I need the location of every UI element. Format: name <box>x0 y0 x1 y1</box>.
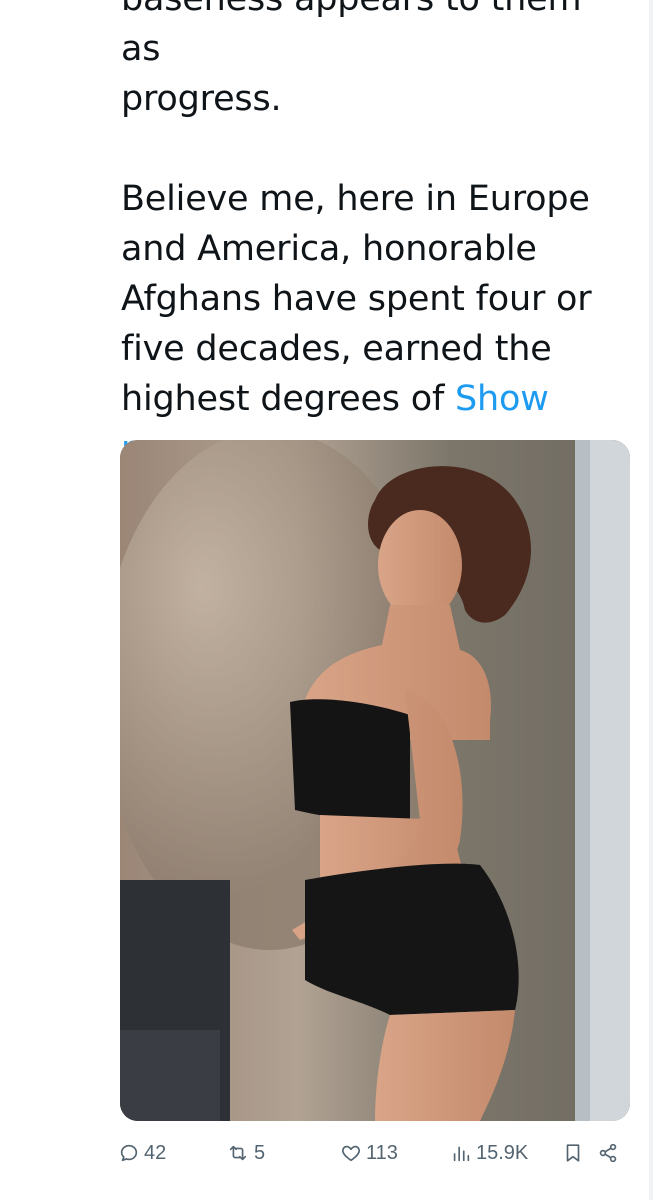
tweet-text-line: Believe me, here in Europe <box>121 179 590 219</box>
tweet-text-line: baseness appears to them as <box>121 0 582 69</box>
like-icon <box>342 1145 360 1162</box>
tweet-text-segment: highest degrees of <box>121 379 455 419</box>
reply-button[interactable]: 42 <box>118 1136 166 1170</box>
retweet-count: 5 <box>254 1141 266 1164</box>
tweet-text-line: Afghans have spent four or <box>121 279 592 319</box>
tweet-text-line: highest degrees of Show <box>121 374 631 424</box>
views-icon <box>453 1146 470 1162</box>
reply-icon <box>120 1144 138 1162</box>
like-count: 113 <box>366 1141 398 1164</box>
tweet-text: baseness appears to them as progress. Be… <box>121 0 631 474</box>
tweet-text-line: progress. <box>121 79 282 119</box>
show-more-link[interactable]: Show <box>455 379 549 419</box>
tweet-text-line: and America, honorable <box>121 229 537 269</box>
views-button[interactable]: 15.9K <box>450 1136 528 1170</box>
timeline-divider <box>649 0 653 1200</box>
bookmark-icon <box>566 1144 580 1162</box>
tweet-photo[interactable] <box>120 440 630 1121</box>
bookmark-button[interactable] <box>562 1136 584 1170</box>
photo-illustration <box>120 440 630 1121</box>
share-button[interactable] <box>596 1136 620 1170</box>
views-count: 15.9K <box>476 1141 529 1164</box>
tweet-text-line: five decades, earned the <box>121 329 552 369</box>
retweet-button[interactable]: 5 <box>226 1136 265 1170</box>
reply-count: 42 <box>144 1141 167 1164</box>
share-icon <box>599 1143 617 1163</box>
tweet-action-bar: 42 5 113 15.9K <box>118 1136 638 1170</box>
retweet-icon <box>229 1145 247 1161</box>
like-button[interactable]: 113 <box>340 1136 398 1170</box>
